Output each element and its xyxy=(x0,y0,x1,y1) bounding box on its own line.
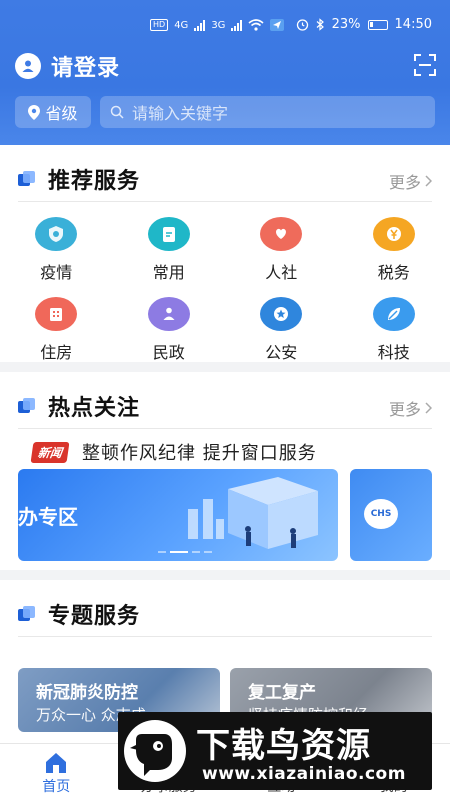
service-item-tax[interactable]: 税务 xyxy=(338,217,450,297)
service-item-social[interactable]: 人社 xyxy=(225,217,338,297)
user-avatar-icon xyxy=(15,53,41,79)
scan-icon[interactable] xyxy=(414,54,436,76)
signal-icon-2 xyxy=(231,19,243,31)
chs-logo-icon: CHS xyxy=(364,499,398,529)
search-input[interactable]: 请输入关键字 xyxy=(100,96,435,128)
service-item-epidemic[interactable]: 疫情 xyxy=(0,217,113,297)
building-icon xyxy=(35,297,78,331)
watermark-url: www.xiazainiao.com xyxy=(202,764,406,784)
network-indicators: HD 4G 3G xyxy=(150,19,285,31)
news-headline[interactable]: 新闻 整顿作风纪律 提升窗口服务 xyxy=(30,439,317,465)
bird-logo-icon xyxy=(124,720,186,782)
section-title: 推荐服务 xyxy=(48,169,141,194)
topic-title: 复工复产 xyxy=(248,683,316,703)
app-header: HD 4G 3G 23% 14:50 请登录 省级 请输入关键字 xyxy=(0,0,450,145)
people-icon xyxy=(147,297,190,331)
recommended-section: 推荐服务 更多 疫情 常用 人社 税务 住房 民政 公安 科技 xyxy=(0,145,450,362)
divider xyxy=(18,428,432,429)
watermark-overlay: 下载鸟资源 www.xiazainiao.com xyxy=(118,712,432,790)
location-arrow-icon xyxy=(270,19,285,31)
section-marker-icon xyxy=(18,398,36,414)
service-item-housing[interactable]: 住房 xyxy=(0,297,113,377)
service-label: 疫情 xyxy=(40,263,73,282)
status-bar: HD 4G 3G 23% 14:50 xyxy=(0,0,450,40)
chevron-right-icon xyxy=(425,175,432,187)
search-placeholder: 请输入关键字 xyxy=(132,104,229,123)
clipboard-edit-icon xyxy=(147,217,190,251)
divider xyxy=(18,201,432,202)
network-3g-label: 3G xyxy=(211,19,226,31)
tax-yen-icon xyxy=(372,217,415,251)
topic-title: 新冠肺炎防控 xyxy=(36,683,138,703)
hd-badge: HD xyxy=(150,19,169,31)
battery-icon xyxy=(367,19,388,30)
divider xyxy=(18,636,432,637)
login-label[interactable]: 请登录 xyxy=(51,50,120,82)
news-tag: 新闻 xyxy=(30,441,70,463)
service-item-common[interactable]: 常用 xyxy=(113,217,226,297)
network-4g-label: 4G xyxy=(174,19,189,31)
more-label: 更多 xyxy=(388,400,421,419)
carousel-banner[interactable]: 办专区 xyxy=(18,469,338,561)
system-indicators: 23% 14:50 xyxy=(296,17,432,32)
wifi-icon xyxy=(248,19,264,31)
province-label: 省级 xyxy=(45,104,78,123)
login-entry[interactable]: 请登录 xyxy=(15,50,120,82)
tab-home[interactable]: 首页 xyxy=(0,744,112,800)
service-label: 住房 xyxy=(40,343,73,362)
service-label: 常用 xyxy=(152,263,185,282)
search-icon xyxy=(110,105,124,119)
service-label: 民政 xyxy=(152,343,185,362)
police-badge-icon xyxy=(260,297,303,331)
service-item-police[interactable]: 公安 xyxy=(225,297,338,377)
watermark-title: 下载鸟资源 xyxy=(196,726,371,766)
clock: 14:50 xyxy=(394,17,432,32)
service-label: 公安 xyxy=(265,343,298,362)
location-pin-icon xyxy=(28,104,41,120)
signal-icon xyxy=(194,19,206,31)
service-label: 科技 xyxy=(377,343,410,362)
section-marker-icon xyxy=(18,606,36,622)
service-label: 税务 xyxy=(377,263,410,282)
shield-virus-icon xyxy=(35,217,78,251)
hot-section: 热点关注 更多 新闻 整顿作风纪律 提升窗口服务 办专区 CHS xyxy=(0,372,450,570)
service-grid: 疫情 常用 人社 税务 住房 民政 公安 科技 xyxy=(0,217,450,377)
chevron-right-icon xyxy=(425,402,432,414)
hands-heart-icon xyxy=(260,217,303,251)
service-label: 人社 xyxy=(265,263,298,282)
bluetooth-icon xyxy=(316,18,324,31)
leaf-tech-icon xyxy=(372,297,415,331)
home-icon xyxy=(46,753,67,773)
tab-label: 首页 xyxy=(42,779,71,795)
section-title: 热点关注 xyxy=(48,396,141,421)
more-link[interactable]: 更多 xyxy=(389,169,432,193)
alarm-icon xyxy=(296,19,308,31)
more-link[interactable]: 更多 xyxy=(389,396,432,420)
service-item-tech[interactable]: 科技 xyxy=(338,297,450,377)
battery-percent: 23% xyxy=(331,17,361,32)
service-item-civil[interactable]: 民政 xyxy=(113,297,226,377)
news-headline-text: 整顿作风纪律 提升窗口服务 xyxy=(82,443,317,464)
carousel-indicator xyxy=(158,551,212,553)
more-label: 更多 xyxy=(388,173,421,192)
section-title: 专题服务 xyxy=(48,604,141,629)
section-marker-icon xyxy=(18,171,36,187)
banner-text: 办专区 xyxy=(18,505,78,529)
province-selector[interactable]: 省级 xyxy=(15,96,91,128)
carousel-banner-next[interactable]: CHS xyxy=(350,469,432,561)
